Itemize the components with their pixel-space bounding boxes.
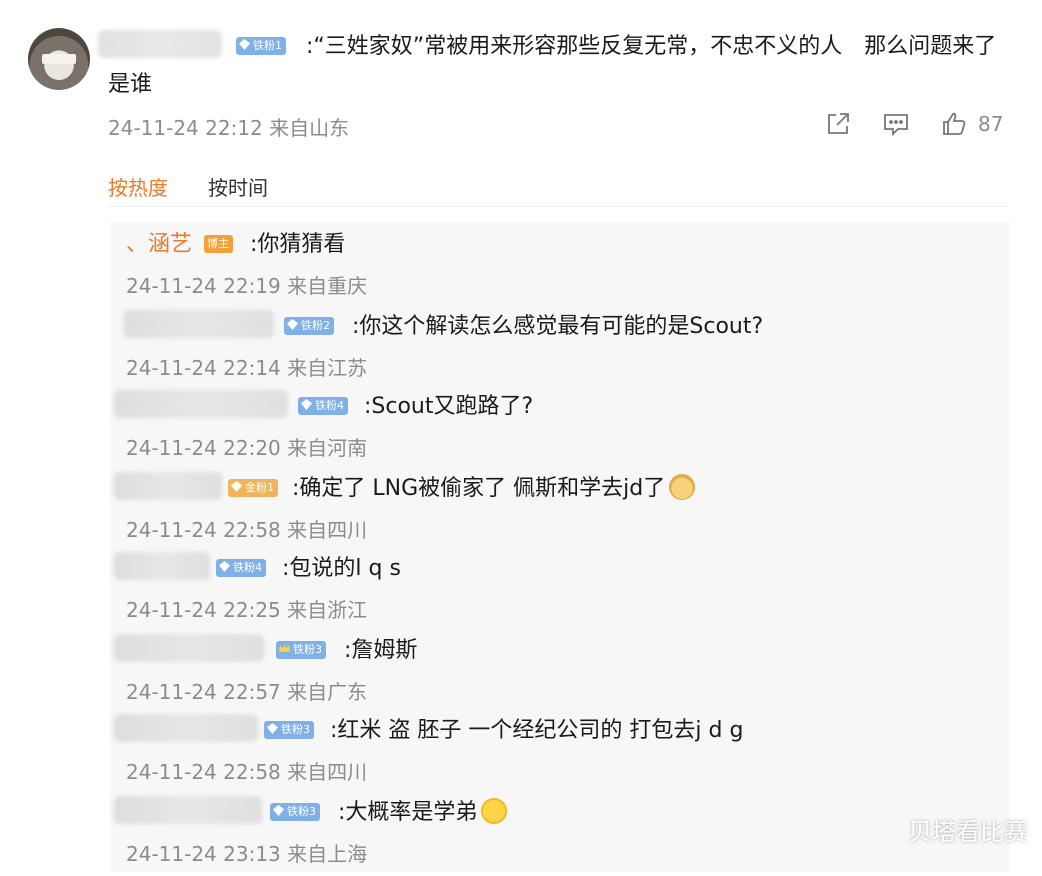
reply-text: :确定了 LNG被偷家了 佩斯和学去jd了	[292, 474, 696, 504]
reply-username[interactable]: 、涵艺	[126, 230, 192, 260]
reply-text: :詹姆斯	[344, 638, 418, 663]
badge-label: 铁粉3	[281, 723, 310, 736]
reply-item: 铁粉3 :詹姆斯 24-11-24 22:57 来自广东	[110, 632, 1010, 714]
crown-icon	[279, 644, 290, 652]
badge-label: 铁粉3	[293, 643, 322, 656]
reply-text: :包说的l q s	[282, 556, 401, 581]
redacted-username	[114, 552, 210, 580]
redacted-username	[114, 390, 288, 418]
gold-fan-badge: 金粉1	[228, 479, 278, 497]
post-text: :“三姓家奴”常被用来形容那些反复无常，不忠不义的人 那么问题来了 是谁	[108, 28, 1018, 104]
share-button[interactable]	[824, 110, 852, 140]
redacted-username	[124, 310, 274, 338]
fan-badge: 铁粉4	[298, 397, 348, 415]
diamond-icon	[219, 561, 230, 572]
reply-item: 铁粉4 :Scout又跑路了? 24-11-24 22:20 来自河南	[110, 388, 1010, 470]
fox-emoji-icon	[669, 474, 696, 500]
reply-text: :Scout又跑路了?	[364, 394, 534, 419]
like-count: 87	[978, 112, 1004, 136]
reply-meta: 24-11-24 22:58 来自四川	[126, 760, 368, 784]
reply-meta: 24-11-24 23:13 来自上海	[126, 842, 368, 866]
diamond-icon	[267, 723, 278, 734]
badge-label: 铁粉4	[315, 399, 344, 412]
redacted-username	[114, 714, 258, 742]
reply-item: 铁粉4 :包说的l q s 24-11-24 22:25 来自浙江	[110, 550, 1010, 632]
reply-list: 、涵艺 博主 :你猜猜看 24-11-24 22:19 来自重庆 铁粉2 :你这…	[110, 222, 1010, 872]
reply-meta: 24-11-24 22:20 来自河南	[126, 436, 368, 460]
share-icon	[828, 113, 849, 134]
reply-item: 铁粉2 :你这个解读怎么感觉最有可能的是Scout? 24-11-24 22:1…	[110, 308, 1010, 390]
reply-text: :红米 盗 胚子 一个经纪公司的 打包去j d g	[330, 718, 744, 743]
badge-label: 博主	[207, 237, 229, 250]
reply-text-body: :确定了 LNG被偷家了 佩斯和学去jd了	[292, 476, 666, 501]
reply-text: :你这个解读怎么感觉最有可能的是Scout?	[352, 314, 764, 339]
divider	[108, 206, 1008, 207]
laugh-emoji-icon	[481, 798, 508, 824]
diamond-icon	[273, 805, 284, 816]
like-icon	[943, 112, 966, 135]
reply-item: 金粉1 :确定了 LNG被偷家了 佩斯和学去jd了 24-11-24 22:58…	[110, 470, 1010, 552]
diamond-icon	[231, 481, 242, 492]
author-badge: 博主	[204, 235, 233, 253]
badge-label: 铁粉3	[287, 805, 316, 818]
tab-sort-hot[interactable]: 按热度	[108, 172, 168, 201]
reply-text: :大概率是学弟	[338, 798, 508, 828]
redacted-username	[114, 796, 262, 824]
tab-sort-time[interactable]: 按时间	[208, 172, 268, 201]
reply-meta: 24-11-24 22:25 来自浙江	[126, 598, 368, 622]
reply-text: :你猜猜看	[250, 232, 346, 257]
post-meta: 24-11-24 22:12 来自山东	[108, 116, 350, 140]
fan-badge: 铁粉3	[264, 721, 314, 739]
comment-icon	[884, 114, 908, 137]
fan-badge: 铁粉3	[270, 803, 320, 821]
reply-meta: 24-11-24 22:58 来自四川	[126, 518, 368, 542]
fan-badge: 铁粉2	[284, 317, 334, 335]
like-button[interactable]	[940, 110, 968, 140]
fan-badge: 铁粉4	[216, 559, 266, 577]
reply-meta: 24-11-24 22:14 来自江苏	[126, 356, 368, 380]
avatar[interactable]	[28, 28, 90, 90]
reply-meta: 24-11-24 22:19 来自重庆	[126, 274, 368, 298]
diamond-icon	[287, 319, 298, 330]
comment-button[interactable]	[882, 110, 910, 140]
crown-fan-badge: 铁粉3	[276, 641, 326, 659]
post-body: :“三姓家奴”常被用来形容那些反复无常，不忠不义的人 那么问题来了 是谁	[108, 34, 1019, 97]
reply-item: 铁粉3 :红米 盗 胚子 一个经纪公司的 打包去j d g 24-11-24 2…	[110, 712, 1010, 794]
badge-label: 铁粉4	[233, 561, 262, 574]
reply-meta: 24-11-24 22:57 来自广东	[126, 680, 368, 704]
watermark: 贝塔看比赛	[908, 818, 1028, 846]
diamond-icon	[301, 399, 312, 410]
redacted-username	[114, 634, 264, 662]
badge-label: 金粉1	[245, 481, 274, 494]
badge-label: 铁粉2	[301, 319, 330, 332]
reply-text-body: :大概率是学弟	[338, 800, 478, 825]
redacted-username	[114, 472, 222, 500]
reply-item: 、涵艺 博主 :你猜猜看 24-11-24 22:19 来自重庆	[110, 226, 1010, 308]
